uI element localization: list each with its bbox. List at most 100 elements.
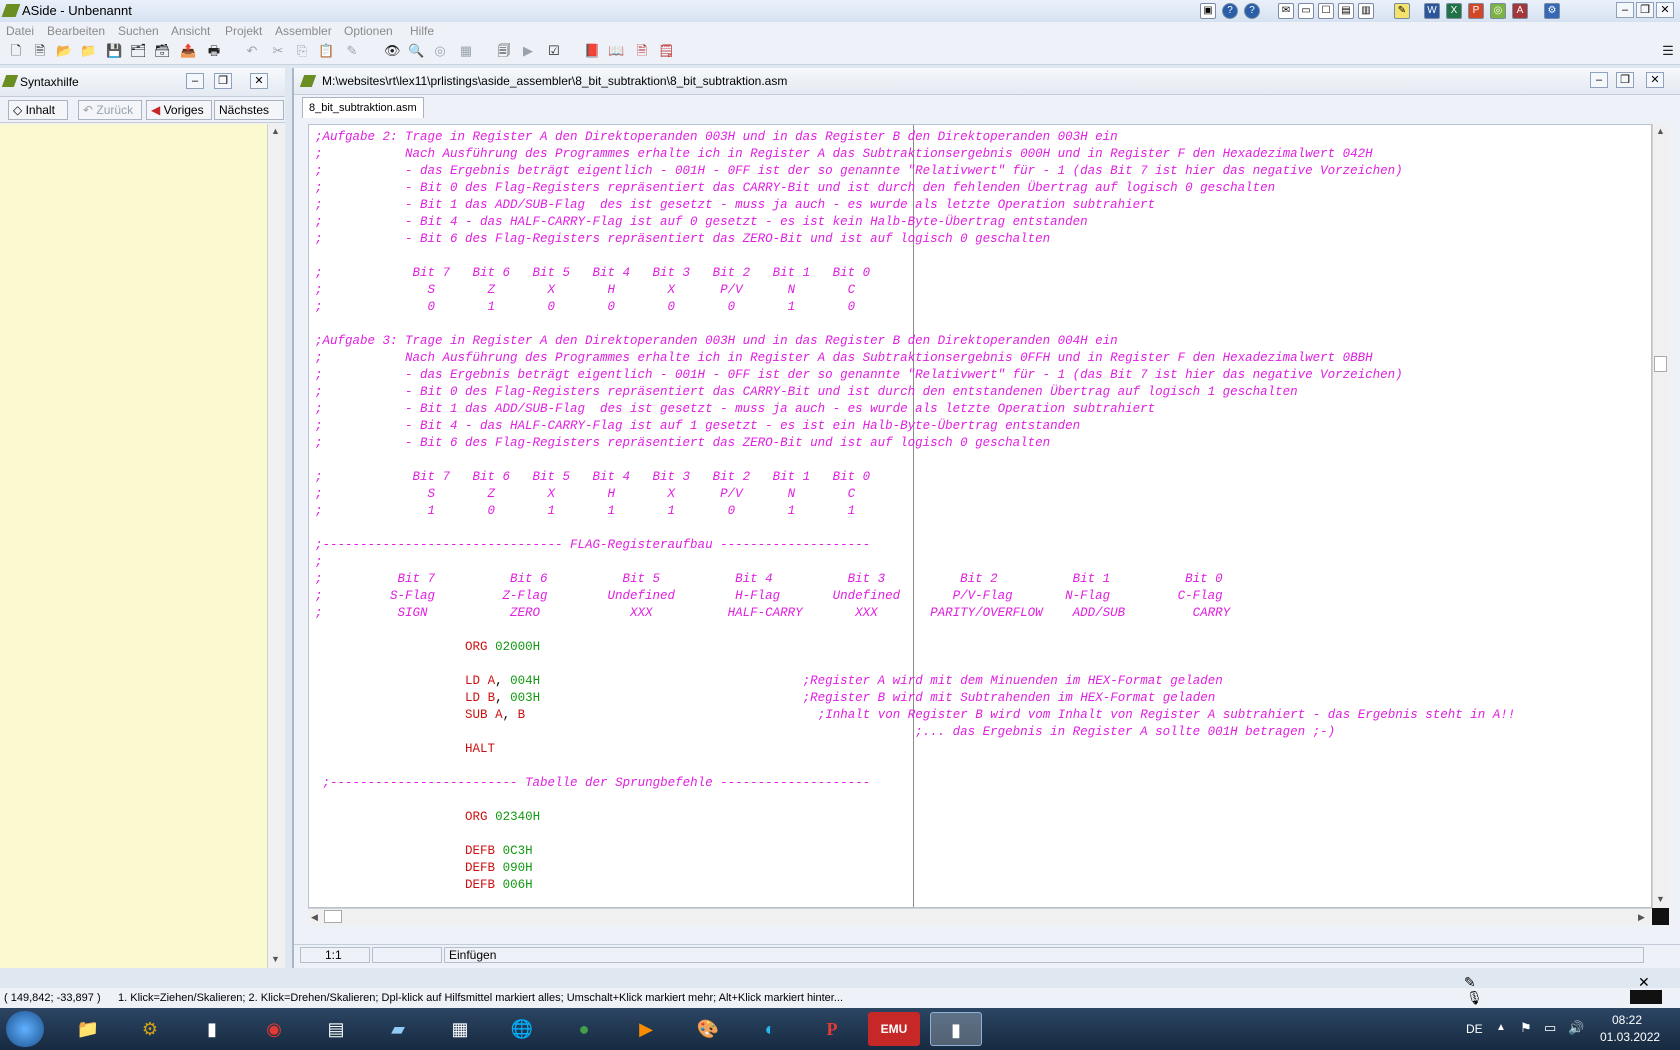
open-icon[interactable]: 📂 xyxy=(56,43,72,59)
tab-8-bit-subtraktion[interactable]: 8_bit_subtraktion.asm xyxy=(302,97,424,118)
contents-button[interactable]: ◇ Inhalt xyxy=(8,100,68,120)
taskbar-edge-icon[interactable]: ◐ xyxy=(744,1012,796,1046)
menu-assembler[interactable]: Assembler xyxy=(275,24,332,38)
quick-icon-1[interactable]: ▣ xyxy=(1200,3,1216,19)
clock-date[interactable]: 01.03.2022 xyxy=(1600,1030,1660,1044)
app-icon-green[interactable]: ◎ xyxy=(1490,3,1506,19)
previous-button[interactable]: ◀ Voriges xyxy=(146,100,212,120)
back-button[interactable]: ↶ Zurück xyxy=(78,100,142,120)
taskbar-gear-icon[interactable]: ⚙ xyxy=(124,1012,176,1046)
taskbar-notebook-icon[interactable]: ▰ xyxy=(372,1012,424,1046)
menu-optionen[interactable]: Optionen xyxy=(344,24,393,38)
new-doc-icon[interactable]: 🗎 xyxy=(32,43,48,59)
open-folder-icon[interactable]: 📁 xyxy=(80,43,96,59)
save-as-icon[interactable]: 🗂 xyxy=(130,43,147,59)
copy-icon[interactable]: ⎘ xyxy=(294,43,310,59)
editor-scroll-right-arrow[interactable]: ▶ xyxy=(1638,912,1645,923)
taskbar-media-icon[interactable]: ▶ xyxy=(620,1012,672,1046)
taskbar-emu-icon[interactable]: EMU xyxy=(868,1012,920,1046)
word-icon[interactable]: W xyxy=(1424,3,1440,19)
syntax-help-content[interactable] xyxy=(0,124,267,968)
export-icon[interactable]: 📤 xyxy=(180,43,196,59)
panel-maximize-button[interactable]: ❐ xyxy=(214,73,232,89)
scroll-up-arrow[interactable]: ▲ xyxy=(271,126,280,136)
project-icon[interactable]: 🗐 xyxy=(496,43,512,59)
save-all-icon[interactable]: 🗃 xyxy=(154,43,171,59)
pen-icon: ✎ xyxy=(1464,974,1476,990)
menu-hilfe[interactable]: Hilfe xyxy=(410,24,434,38)
editor-vertical-scrollbar[interactable]: ▲ ▼ xyxy=(1652,124,1669,908)
editor-minimize-button[interactable]: – xyxy=(1590,72,1608,88)
menu-datei[interactable]: Datei xyxy=(6,24,34,38)
card-icon[interactable]: ▤ xyxy=(1338,3,1354,19)
editor-scroll-up-arrow[interactable]: ▲ xyxy=(1656,126,1665,136)
panel-minimize-button[interactable]: – xyxy=(186,73,204,89)
panel-close-button[interactable]: ✕ xyxy=(250,73,268,89)
next-button[interactable]: Nächstes ▶ xyxy=(214,100,284,135)
taskbar-explorer-icon[interactable]: 📁 xyxy=(62,1012,114,1046)
minimize-button[interactable]: – xyxy=(1616,2,1634,18)
notes-icon[interactable]: ✎ xyxy=(1394,3,1410,19)
close-button[interactable]: ✕ xyxy=(1656,2,1674,18)
find-icon[interactable]: 👁 xyxy=(384,43,401,59)
powerpoint-icon[interactable]: P xyxy=(1468,3,1484,19)
doc-red-icon-2[interactable]: 🗒 xyxy=(658,43,675,59)
replace-icon[interactable]: 🔍 xyxy=(408,43,424,59)
menu-bearbeiten[interactable]: Bearbeiten xyxy=(47,24,105,38)
menu-projekt[interactable]: Projekt xyxy=(225,24,262,38)
tray-volume-icon[interactable]: 🔊 xyxy=(1568,1020,1584,1036)
editor-maximize-button[interactable]: ❐ xyxy=(1616,72,1634,88)
maximize-button[interactable]: ❐ xyxy=(1636,2,1654,18)
editor-horizontal-scrollbar[interactable]: ◀ ▶ xyxy=(308,908,1652,925)
taskbar-green-icon[interactable]: ● xyxy=(558,1012,610,1046)
settings-icon[interactable]: ⚙ xyxy=(1544,3,1560,19)
save-icon[interactable]: 💾 xyxy=(106,43,122,59)
assemble-icon[interactable]: ☑ xyxy=(546,43,562,59)
taskbar-paint-icon[interactable]: 🎨 xyxy=(682,1012,734,1046)
goto-icon[interactable]: ▦ xyxy=(458,43,474,59)
tray-flag-icon[interactable]: ⚑ xyxy=(1520,1020,1532,1036)
edit-icon[interactable]: ✎ xyxy=(344,43,360,59)
tray-network-icon[interactable]: ▭ xyxy=(1544,1020,1556,1036)
access-icon[interactable]: A xyxy=(1512,3,1528,19)
taskbar-chip-icon[interactable]: ▮ xyxy=(186,1012,238,1046)
editor-scroll-left-arrow[interactable]: ◀ xyxy=(311,912,318,923)
new-file-icon[interactable]: 🗋 xyxy=(8,43,24,59)
doc-red-icon[interactable]: 🗎 xyxy=(634,43,650,59)
cut-icon[interactable]: ✂ xyxy=(270,43,286,59)
clock-time[interactable]: 08:22 xyxy=(1612,1013,1642,1027)
book-icon[interactable]: 📕 xyxy=(584,43,600,59)
taskbar-aside-icon[interactable]: ▮ xyxy=(930,1012,982,1046)
editor-close-button[interactable]: ✕ xyxy=(1646,72,1664,88)
menu-suchen[interactable]: Suchen xyxy=(118,24,159,38)
scroll-down-arrow[interactable]: ▼ xyxy=(271,954,280,964)
window-icon[interactable]: ▭ xyxy=(1298,3,1314,19)
taskbar-p-icon[interactable]: P xyxy=(806,1012,858,1046)
print-icon[interactable]: 🖶 xyxy=(206,43,222,59)
taskbar-chrome-icon[interactable]: ◉ xyxy=(248,1012,300,1046)
editor-scroll-thumb[interactable] xyxy=(1654,356,1667,372)
language-indicator[interactable]: DE xyxy=(1466,1022,1483,1036)
mail-icon[interactable]: ✉ xyxy=(1278,3,1294,19)
editor-hscroll-thumb[interactable] xyxy=(324,910,342,923)
menu-ansicht[interactable]: Ansicht xyxy=(171,24,210,38)
taskbar-document-icon[interactable]: ▤ xyxy=(310,1012,362,1046)
start-button[interactable] xyxy=(6,1011,44,1047)
editor-scroll-down-arrow[interactable]: ▼ xyxy=(1656,894,1665,904)
undo-icon[interactable]: ↶ xyxy=(244,43,260,59)
help-icon-2[interactable]: ? xyxy=(1244,3,1260,19)
paste-icon[interactable]: 📋 xyxy=(318,43,334,59)
doc-icon[interactable]: ▥ xyxy=(1358,3,1374,19)
taskbar-globe-icon[interactable]: 🌐 xyxy=(496,1012,548,1046)
excel-icon[interactable]: X xyxy=(1446,3,1462,19)
clipboard-icon[interactable]: ☐ xyxy=(1318,3,1334,19)
help-book-icon[interactable]: 📖 xyxy=(608,43,624,59)
panel-vertical-scrollbar[interactable]: ▲ ▼ xyxy=(267,124,284,968)
help-icon[interactable]: ? xyxy=(1222,3,1238,19)
run-icon[interactable]: ▶ xyxy=(520,43,536,59)
find-next-icon[interactable]: ◎ xyxy=(432,43,448,59)
tray-up-arrow-icon[interactable]: ▲ xyxy=(1496,1022,1506,1033)
toolbar-options-icon[interactable]: ☰ xyxy=(1660,43,1676,59)
code-editor[interactable]: ;Aufgabe 2: Trage in Register A den Dire… xyxy=(308,124,1652,908)
taskbar-calculator-icon[interactable]: ▦ xyxy=(434,1012,486,1046)
